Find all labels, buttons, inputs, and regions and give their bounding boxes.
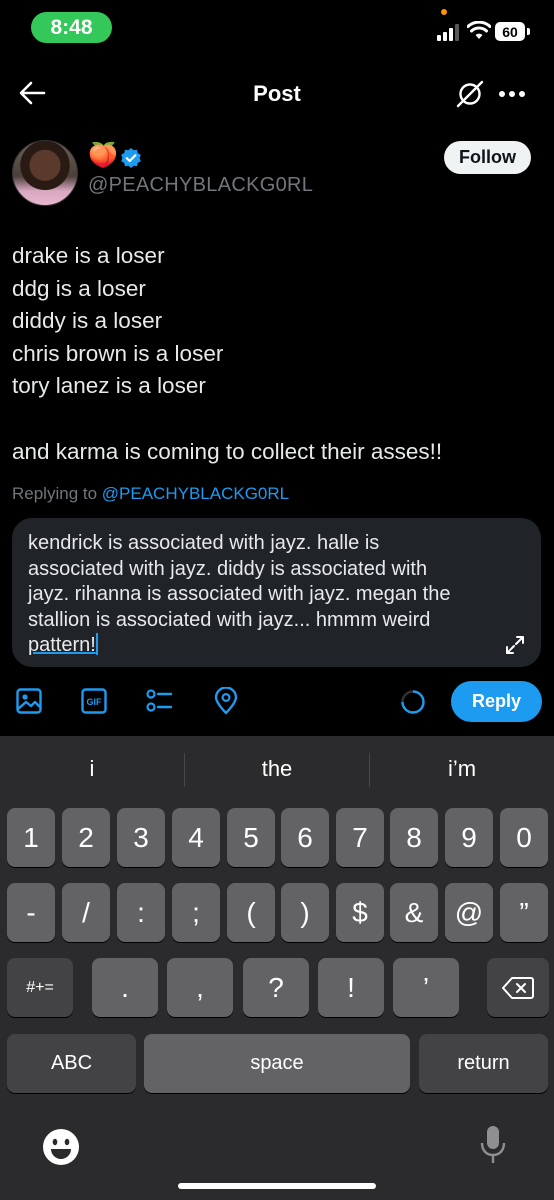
status-bar: 8:48 60 (0, 0, 554, 56)
suggestion-1[interactable]: i (0, 756, 184, 782)
key-4[interactable]: 4 (172, 808, 220, 867)
post-line: tory lanez is a loser (12, 373, 206, 399)
reply-line-last: pattern! (28, 633, 498, 659)
reply-line: jayz. rihanna is associated with jayz. m… (28, 583, 451, 605)
key-ampersand[interactable]: & (390, 883, 438, 942)
replying-to: Replying to @PEACHYBLACKG0RL (12, 484, 289, 504)
reply-line: associated with jayz. diddy is associate… (28, 557, 428, 580)
key-9[interactable]: 9 (445, 808, 493, 867)
gif-icon[interactable]: GIF (80, 687, 108, 715)
key-more-symbols[interactable]: #+= (7, 958, 73, 1017)
key-question[interactable]: ? (243, 958, 309, 1017)
key-close-paren[interactable]: ) (281, 883, 329, 942)
home-indicator[interactable] (178, 1183, 376, 1189)
location-icon[interactable] (212, 687, 240, 715)
predictive-bar: i the i’m (0, 736, 554, 804)
key-open-paren[interactable]: ( (227, 883, 275, 942)
privacy-indicator (441, 9, 447, 15)
key-space[interactable]: space (144, 1034, 410, 1093)
author-handle[interactable]: @PEACHYBLACKG0RL (88, 174, 313, 197)
key-6[interactable]: 6 (281, 808, 329, 867)
key-colon[interactable]: : (117, 883, 165, 942)
key-period[interactable]: . (92, 958, 158, 1017)
replying-handle[interactable]: @PEACHYBLACKG0RL (102, 484, 289, 503)
status-time[interactable]: 8:48 (31, 12, 112, 43)
post-text: drake is a loser ddg is a loser diddy is… (12, 240, 442, 468)
reply-text[interactable]: kendrick is associated with jayz. halle … (28, 531, 498, 659)
key-hyphen[interactable]: - (7, 883, 55, 942)
key-exclamation[interactable]: ! (318, 958, 384, 1017)
poll-icon[interactable] (145, 687, 173, 715)
reply-line: kendrick is associated with jayz. halle … (28, 532, 380, 554)
verified-badge-icon[interactable] (120, 147, 142, 169)
svg-text:GIF: GIF (87, 697, 103, 707)
image-icon[interactable] (15, 687, 43, 715)
key-semicolon[interactable]: ; (172, 883, 220, 942)
key-apostrophe[interactable]: ’ (393, 958, 459, 1017)
key-0[interactable]: 0 (500, 808, 548, 867)
key-return[interactable]: return (419, 1034, 548, 1093)
more-options-icon[interactable] (498, 90, 526, 98)
post-line: drake is a loser (12, 243, 165, 268)
key-at[interactable]: @ (445, 883, 493, 942)
battery-level: 60 (495, 22, 525, 41)
follow-button[interactable]: Follow (444, 141, 531, 174)
key-7[interactable]: 7 (336, 808, 384, 867)
compose-toolbar: GIF Reply (0, 676, 554, 728)
key-quote[interactable]: ” (500, 883, 548, 942)
suggestion-2[interactable]: the (185, 756, 369, 782)
post-line (12, 403, 442, 436)
key-slash[interactable]: / (62, 883, 110, 942)
key-8[interactable]: 8 (390, 808, 438, 867)
emoji-keyboard-icon[interactable] (42, 1128, 80, 1166)
key-3[interactable]: 3 (117, 808, 165, 867)
post-line: diddy is a loser (12, 308, 163, 334)
key-abc[interactable]: ABC (7, 1034, 136, 1093)
key-2[interactable]: 2 (62, 808, 110, 867)
microphone-icon[interactable] (480, 1124, 506, 1166)
key-5[interactable]: 5 (227, 808, 275, 867)
post-line: chris brown is a loser (12, 340, 224, 366)
reply-line: stallion is associated with jayz... hmmm… (28, 608, 431, 631)
signal-icon (437, 24, 459, 41)
character-count-ring-icon (401, 690, 425, 714)
key-dollar[interactable]: $ (336, 883, 384, 942)
avatar[interactable] (12, 140, 78, 206)
suggestion-3[interactable]: i’m (370, 756, 554, 782)
backspace-icon (502, 976, 534, 999)
key-1[interactable]: 1 (7, 808, 55, 867)
top-nav: Post (0, 62, 554, 124)
reply-button[interactable]: Reply (451, 681, 542, 722)
battery-tip (527, 28, 530, 35)
author-name-emoji[interactable]: 🍑 (88, 142, 118, 170)
delete-key[interactable] (487, 958, 549, 1017)
wifi-icon (467, 21, 491, 39)
expand-icon[interactable] (504, 634, 526, 656)
autocorrect-word[interactable]: pattern! (28, 634, 96, 656)
post-line: and karma is coming to collect their ass… (12, 438, 443, 464)
grok-icon[interactable] (455, 79, 485, 109)
replying-prefix: Replying to (12, 484, 102, 503)
post-line: ddg is a loser (12, 275, 146, 301)
reply-compose-field[interactable]: kendrick is associated with jayz. halle … (12, 518, 541, 667)
text-cursor (95, 633, 98, 655)
key-comma[interactable]: , (167, 958, 233, 1017)
